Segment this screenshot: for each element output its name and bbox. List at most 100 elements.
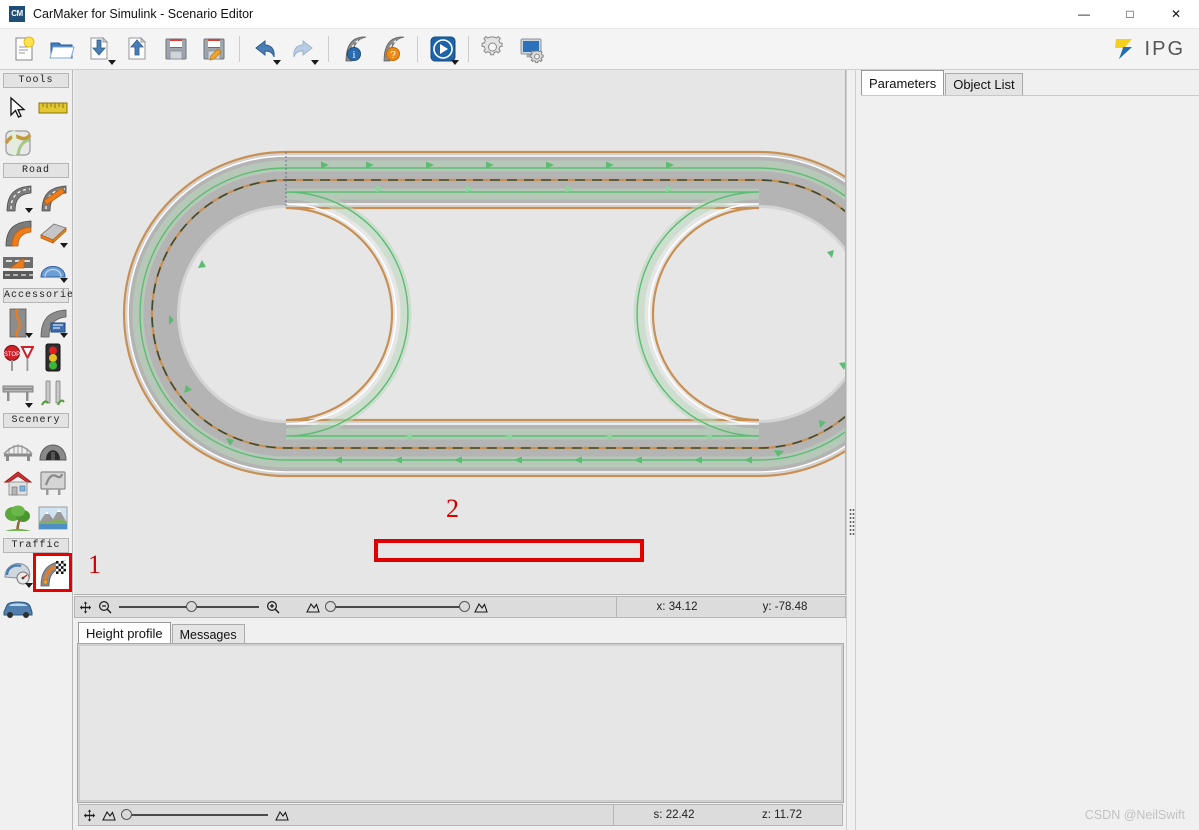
app-icon: CM bbox=[9, 6, 25, 22]
coordinate-y-value: -78.48 bbox=[774, 601, 808, 613]
center-area: 2 x: 34.12 y: -78.48 Height profile Mess… bbox=[74, 70, 846, 830]
bridge-icon[interactable] bbox=[0, 430, 35, 465]
height-exaggeration-slider[interactable] bbox=[325, 601, 470, 612]
road-help-button[interactable]: ? bbox=[374, 31, 410, 67]
traffic-light-icon[interactable] bbox=[35, 340, 70, 375]
maximize-button[interactable]: □ bbox=[1107, 0, 1153, 29]
main-toolbar: i ? IPG bbox=[0, 29, 1199, 70]
junction-tool-icon[interactable] bbox=[0, 125, 35, 160]
road-elevation-icon[interactable] bbox=[0, 250, 35, 285]
coordinate-s-label: s: bbox=[653, 809, 663, 821]
chevron-down-icon[interactable] bbox=[60, 243, 68, 248]
minimize-button[interactable]: — bbox=[1061, 0, 1107, 29]
cursor-coordinates: x: 34.12 y: -78.48 bbox=[616, 597, 845, 617]
height-slider-knob-left[interactable] bbox=[325, 601, 336, 612]
annotation-number-2: 2 bbox=[446, 494, 459, 523]
chevron-down-icon[interactable] bbox=[108, 60, 116, 65]
export-button[interactable] bbox=[120, 31, 156, 67]
coordinate-z: z: 11.72 bbox=[728, 809, 836, 821]
tool-sidebar: Tools Road Accessori STOP Scenery Traffi… bbox=[0, 70, 73, 830]
vertical-splitter[interactable] bbox=[846, 70, 856, 830]
chevron-down-icon[interactable] bbox=[451, 60, 459, 65]
road-profile-icon[interactable] bbox=[35, 215, 70, 250]
toolbar-separator bbox=[328, 36, 329, 62]
svg-text:i: i bbox=[353, 50, 356, 61]
coordinate-x-value: 34.12 bbox=[668, 601, 698, 613]
vertical-splitter-grip[interactable] bbox=[849, 508, 855, 541]
run-button[interactable] bbox=[425, 31, 461, 67]
height-profile-slider[interactable] bbox=[121, 809, 268, 820]
chevron-down-icon[interactable] bbox=[25, 583, 33, 588]
height-profile-slider-knob[interactable] bbox=[121, 809, 132, 820]
chevron-down-icon[interactable] bbox=[273, 60, 281, 65]
sidebar-section-scenery: Scenery bbox=[3, 413, 69, 428]
select-tool-icon[interactable] bbox=[0, 90, 35, 125]
road-bridge-icon[interactable] bbox=[35, 250, 70, 285]
zoom-slider[interactable] bbox=[119, 601, 259, 612]
svg-text:STOP: STOP bbox=[3, 352, 19, 358]
coordinate-x: x: 34.12 bbox=[623, 601, 731, 613]
hill-small-icon[interactable] bbox=[303, 601, 323, 613]
driver-route-icon[interactable] bbox=[0, 555, 35, 590]
bottom-panel: Height profile Messages s: 22.42 z: 11.7… bbox=[74, 622, 846, 830]
hill-large-icon[interactable] bbox=[272, 809, 292, 821]
visualization-button[interactable] bbox=[514, 31, 550, 67]
chevron-down-icon[interactable] bbox=[311, 60, 319, 65]
canvas-view-toolbar: x: 34.12 y: -78.48 bbox=[74, 596, 846, 618]
traffic-sign-icon[interactable]: STOP bbox=[0, 340, 35, 375]
save-button[interactable] bbox=[158, 31, 194, 67]
pole-icon[interactable] bbox=[35, 375, 70, 410]
height-slider-knob-right[interactable] bbox=[459, 601, 470, 612]
road-delete-icon[interactable] bbox=[35, 180, 70, 215]
height-profile-coordinates: s: 22.42 z: 11.72 bbox=[613, 805, 842, 825]
coordinate-z-label: z: bbox=[761, 809, 771, 821]
zoom-in-icon[interactable] bbox=[263, 600, 283, 614]
tunnel-icon[interactable] bbox=[35, 430, 70, 465]
import-button[interactable] bbox=[82, 31, 118, 67]
ipg-logo: IPG bbox=[1112, 37, 1185, 61]
close-button[interactable]: ✕ bbox=[1153, 0, 1199, 29]
billboard-icon[interactable] bbox=[35, 465, 70, 500]
traffic-route-icon[interactable] bbox=[33, 553, 72, 592]
tab-parameters[interactable]: Parameters bbox=[861, 70, 945, 95]
tab-object-list[interactable]: Object List bbox=[945, 73, 1023, 95]
chevron-down-icon[interactable] bbox=[25, 403, 33, 408]
lane-marking-icon[interactable] bbox=[0, 305, 35, 340]
scenario-canvas[interactable]: 2 bbox=[74, 70, 846, 595]
coordinate-s: s: 22.42 bbox=[620, 809, 728, 821]
coordinate-y: y: -78.48 bbox=[731, 601, 839, 613]
hill-small-icon[interactable] bbox=[99, 809, 119, 821]
coordinate-x-label: x: bbox=[656, 601, 666, 613]
road-sign-panel-icon[interactable] bbox=[35, 305, 70, 340]
guardrail-icon[interactable] bbox=[0, 375, 35, 410]
traffic-vehicle-icon[interactable] bbox=[0, 590, 35, 625]
height-profile-plot[interactable] bbox=[77, 643, 844, 803]
save-as-button[interactable] bbox=[196, 31, 232, 67]
hill-large-icon[interactable] bbox=[471, 601, 491, 613]
new-file-button[interactable] bbox=[6, 31, 42, 67]
road-segment-icon[interactable] bbox=[0, 180, 35, 215]
redo-button[interactable] bbox=[285, 31, 321, 67]
zoom-out-icon[interactable] bbox=[95, 600, 115, 614]
open-file-button[interactable] bbox=[44, 31, 80, 67]
chevron-down-icon[interactable] bbox=[60, 278, 68, 283]
settings-button[interactable] bbox=[476, 31, 512, 67]
pan-icon[interactable] bbox=[79, 809, 99, 822]
toolbar-separator bbox=[239, 36, 240, 62]
chevron-down-icon[interactable] bbox=[25, 208, 33, 213]
chevron-down-icon[interactable] bbox=[25, 333, 33, 338]
chevron-down-icon[interactable] bbox=[60, 333, 68, 338]
tree-icon[interactable] bbox=[0, 500, 35, 535]
tab-messages[interactable]: Messages bbox=[171, 624, 245, 644]
pan-icon[interactable] bbox=[75, 601, 95, 614]
building-icon[interactable] bbox=[0, 465, 35, 500]
road-info-button[interactable]: i bbox=[336, 31, 372, 67]
landscape-icon[interactable] bbox=[35, 500, 70, 535]
right-tab-strip: Parameters Object List bbox=[857, 70, 1199, 95]
tab-height-profile[interactable]: Height profile bbox=[78, 622, 171, 644]
ruler-tool-icon[interactable] bbox=[35, 90, 70, 125]
undo-button[interactable] bbox=[247, 31, 283, 67]
sidebar-section-traffic: Traffic bbox=[3, 538, 69, 553]
road-lane-icon[interactable] bbox=[0, 215, 35, 250]
zoom-slider-knob[interactable] bbox=[186, 601, 198, 612]
